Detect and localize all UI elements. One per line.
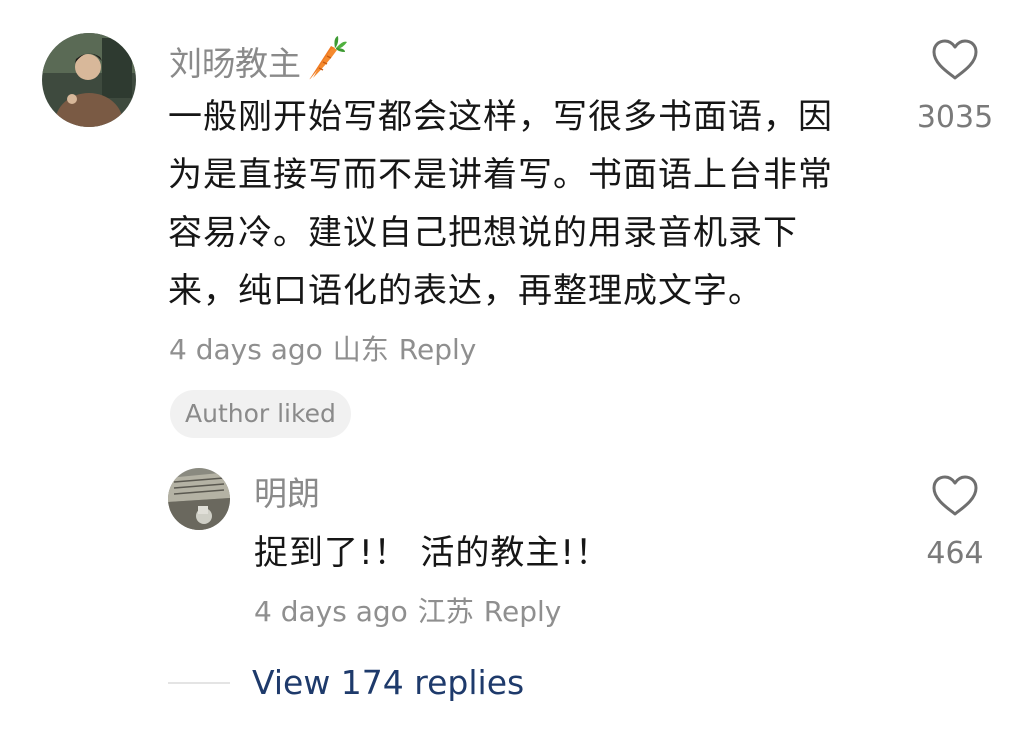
- replier-username[interactable]: 明朗: [254, 474, 320, 514]
- reply-reply-button[interactable]: Reply: [484, 595, 562, 628]
- heart-icon[interactable]: [931, 474, 979, 522]
- replier-name[interactable]: 明朗: [254, 474, 320, 514]
- comment-meta: 4 days ago 山东 Reply: [169, 332, 486, 368]
- view-replies-row[interactable]: View 174 replies: [168, 663, 524, 703]
- commenter-avatar[interactable]: [42, 33, 136, 127]
- reply-text: 捉到了!！ 活的教主!！: [254, 524, 610, 582]
- reply-line: 捉到了!！ 活的教主!！: [254, 533, 611, 573]
- carrot-icon: [305, 36, 347, 91]
- reply-meta: 4 days ago 江苏 Reply: [254, 594, 571, 630]
- comment-line: 一般刚开始写都会这样，写很多书面语，因: [168, 97, 833, 137]
- comment-line: 容易冷。建议自己把想说的用录音机录下: [168, 213, 798, 253]
- replier-avatar[interactable]: [168, 468, 230, 530]
- reply-button[interactable]: Reply: [399, 333, 477, 366]
- commenter-username[interactable]: 刘旸教主: [169, 36, 347, 91]
- divider: [168, 682, 230, 684]
- like-count: 3035: [916, 100, 994, 135]
- like-count: 464: [926, 536, 984, 571]
- reply-location: 江苏: [417, 595, 474, 628]
- author-liked-badge: Author liked: [170, 390, 351, 438]
- reply-like: 464: [905, 474, 1005, 572]
- comment-text: 一般刚开始写都会这样，写很多书面语，因 为是直接写而不是讲着写。书面语上台非常 …: [168, 88, 833, 320]
- view-replies-button[interactable]: View 174 replies: [252, 663, 524, 703]
- commenter-name[interactable]: 刘旸教主: [169, 44, 301, 84]
- author-liked-label: Author liked: [185, 399, 336, 428]
- reply-time: 4 days ago: [254, 595, 408, 628]
- comment-location: 山东: [332, 333, 389, 366]
- comment-line: 来，纯口语化的表达，再整理成文字。: [168, 271, 763, 311]
- comment-like: 3035: [905, 38, 1005, 136]
- comment-line: 为是直接写而不是讲着写。书面语上台非常: [168, 155, 833, 195]
- heart-icon[interactable]: [931, 38, 979, 86]
- comment-time: 4 days ago: [169, 333, 323, 366]
